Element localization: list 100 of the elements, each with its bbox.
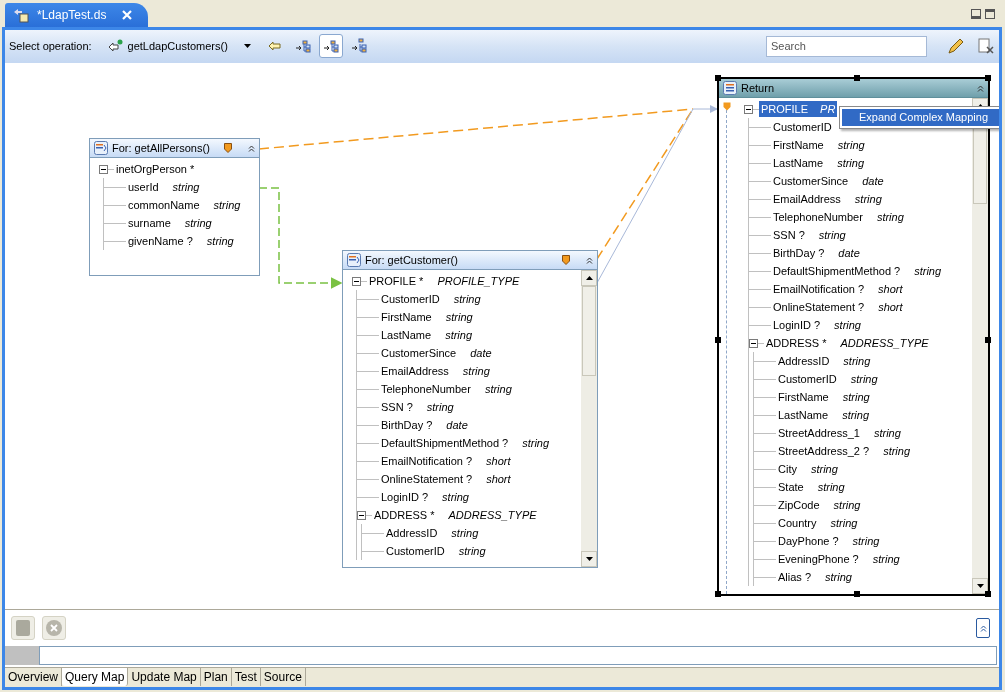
tree-node-label[interactable]: commonName: [126, 196, 202, 214]
editor-page-tab[interactable]: Query Map: [62, 668, 129, 686]
tree-node-label[interactable]: State: [776, 478, 806, 496]
tree-node-label[interactable]: EmailNotification ?: [771, 280, 867, 298]
mapping-node[interactable]: [342, 250, 598, 568]
type-label: date: [838, 245, 860, 261]
type-label: string: [462, 363, 490, 379]
caret-icon: [243, 44, 251, 48]
editor-page-tab[interactable]: Test: [231, 668, 261, 686]
tree-node-label[interactable]: LastName: [776, 406, 831, 424]
toolbar-button[interactable]: [318, 34, 343, 58]
tree-node-label[interactable]: CustomerID: [776, 370, 839, 388]
node-header[interactable]: For: getAllPersons(): [90, 139, 259, 158]
collapse-icon[interactable]: [357, 510, 366, 520]
tree-node-label[interactable]: userId: [126, 178, 161, 196]
tree-node-label[interactable]: ZipCode: [776, 496, 822, 514]
editor-page-tab[interactable]: Plan: [200, 668, 232, 686]
tree-node-label[interactable]: EveningPhone ?: [776, 550, 861, 568]
tree-node-label[interactable]: LastName: [379, 326, 434, 344]
scrollbar[interactable]: [581, 270, 597, 567]
tree-node-label[interactable]: givenName ?: [126, 232, 195, 250]
maximize-icon[interactable]: [985, 9, 995, 19]
tree-node-label[interactable]: DayPhone ?: [776, 532, 841, 550]
minimize-icon[interactable]: [971, 9, 981, 19]
tree-node-label[interactable]: AddressID: [776, 352, 832, 370]
tree-node-label[interactable]: StreetAddress_2 ?: [776, 442, 872, 460]
tree-node-label[interactable]: OnlineStatement ?: [771, 298, 867, 316]
resize-handle[interactable]: [715, 336, 721, 343]
resize-handle[interactable]: [853, 591, 860, 597]
collapse-up-icon[interactable]: [977, 84, 984, 92]
collapse-icon[interactable]: [99, 164, 108, 174]
pencil-icon[interactable]: [947, 37, 965, 55]
tree-node-label[interactable]: Alias ?: [776, 568, 814, 586]
mapping-node[interactable]: [717, 77, 990, 596]
close-icon[interactable]: [122, 10, 133, 20]
resize-handle[interactable]: [715, 75, 721, 81]
tree-node-label[interactable]: LastName: [771, 154, 826, 172]
tree-node-label[interactable]: TelephoneNumber: [379, 380, 473, 398]
tree-node-label[interactable]: FirstName: [379, 308, 434, 326]
tree-node-label[interactable]: CustomerSince: [771, 172, 851, 190]
type-label: date: [470, 345, 492, 361]
tree-node-label[interactable]: EmailAddress: [771, 190, 843, 208]
tree-node-label[interactable]: BirthDay ?: [379, 416, 435, 434]
collapse-up-icon[interactable]: [248, 144, 255, 152]
tree-node-label[interactable]: FirstName: [771, 136, 826, 154]
collapse-icon[interactable]: [352, 276, 361, 286]
tree-node-label[interactable]: TelephoneNumber: [771, 208, 865, 226]
tree-node-label[interactable]: OnlineStatement ?: [379, 470, 475, 488]
tree-node-label[interactable]: LoginID ?: [771, 316, 823, 334]
resize-handle[interactable]: [853, 75, 860, 81]
collapse-icon[interactable]: [749, 338, 758, 348]
scrollbar-thumb[interactable]: [582, 286, 596, 376]
editor-page-tab[interactable]: Update Map: [128, 668, 201, 686]
tree-node-label[interactable]: AddressID: [384, 524, 440, 542]
tree-node-label[interactable]: ADDRESS *: [764, 334, 829, 352]
type-label: string: [837, 137, 865, 153]
type-label: string: [825, 569, 852, 585]
node-header[interactable]: Return: [719, 79, 988, 98]
menu-item[interactable]: Expand Complex Mapping: [842, 109, 999, 126]
type-label: string: [453, 291, 481, 307]
input-field[interactable]: [39, 646, 997, 665]
tree-node-label[interactable]: CustomerID: [771, 118, 834, 136]
tree-node-label[interactable]: EmailAddress: [379, 362, 451, 380]
tree-node-label[interactable]: PROFILE PR: [759, 100, 838, 118]
collapse-up-icon[interactable]: [586, 256, 593, 264]
node-title: For: getCustomer(): [365, 252, 459, 268]
tree-node-label[interactable]: SSN ?: [379, 398, 415, 416]
search-field[interactable]: Search: [766, 35, 927, 57]
node-header[interactable]: For: getCustomer(): [343, 251, 597, 270]
editor-tab[interactable]: *LdapTest.ds: [5, 3, 149, 27]
tree-node-label[interactable]: PROFILE *: [367, 272, 426, 290]
tree-node-label[interactable]: BirthDay ?: [771, 244, 827, 262]
tree-node-label[interactable]: FirstName: [776, 388, 831, 406]
tree-node-label[interactable]: ADDRESS *: [372, 506, 437, 524]
tree-node-label[interactable]: LoginID ?: [379, 488, 431, 506]
tree-node-label[interactable]: CustomerID: [379, 290, 442, 308]
tree-node-label[interactable]: Country: [776, 514, 819, 532]
tree-node-label[interactable]: City: [776, 460, 799, 478]
tree-node-label[interactable]: SSN ?: [771, 226, 807, 244]
tree-node-label[interactable]: StreetAddress_1: [776, 424, 862, 442]
resize-handle[interactable]: [715, 591, 721, 597]
tree-node-label[interactable]: surname: [126, 214, 173, 232]
mapping-node[interactable]: For: getAllPersons() inetOrgPerson * userId string commonName string surname string givenName ? string: [89, 138, 260, 276]
tree-node-label[interactable]: CustomerSince: [379, 344, 459, 362]
editor-page-tab[interactable]: Source: [260, 668, 306, 686]
resize-handle[interactable]: [985, 336, 991, 343]
tree-node-label[interactable]: DefaultShipmentMethod ?: [771, 262, 903, 280]
tree-node-label[interactable]: CustomerID: [384, 542, 447, 560]
operation-dropdown[interactable]: getLdapCustomers(): [107, 37, 251, 55]
resize-handle[interactable]: [985, 591, 991, 597]
clear-icon[interactable]: [977, 37, 995, 55]
gutter-block: [5, 646, 39, 665]
tree-node-label[interactable]: EmailNotification ?: [379, 452, 475, 470]
expand-panel-button[interactable]: [976, 618, 990, 638]
resize-handle[interactable]: [985, 75, 991, 81]
tree-node-label[interactable]: DefaultShipmentMethod ?: [379, 434, 511, 452]
type-label: date: [862, 173, 884, 189]
collapse-icon[interactable]: [744, 104, 753, 114]
tree-node-label[interactable]: inetOrgPerson *: [114, 160, 197, 178]
node-title: For: getAllPersons(): [112, 140, 211, 156]
